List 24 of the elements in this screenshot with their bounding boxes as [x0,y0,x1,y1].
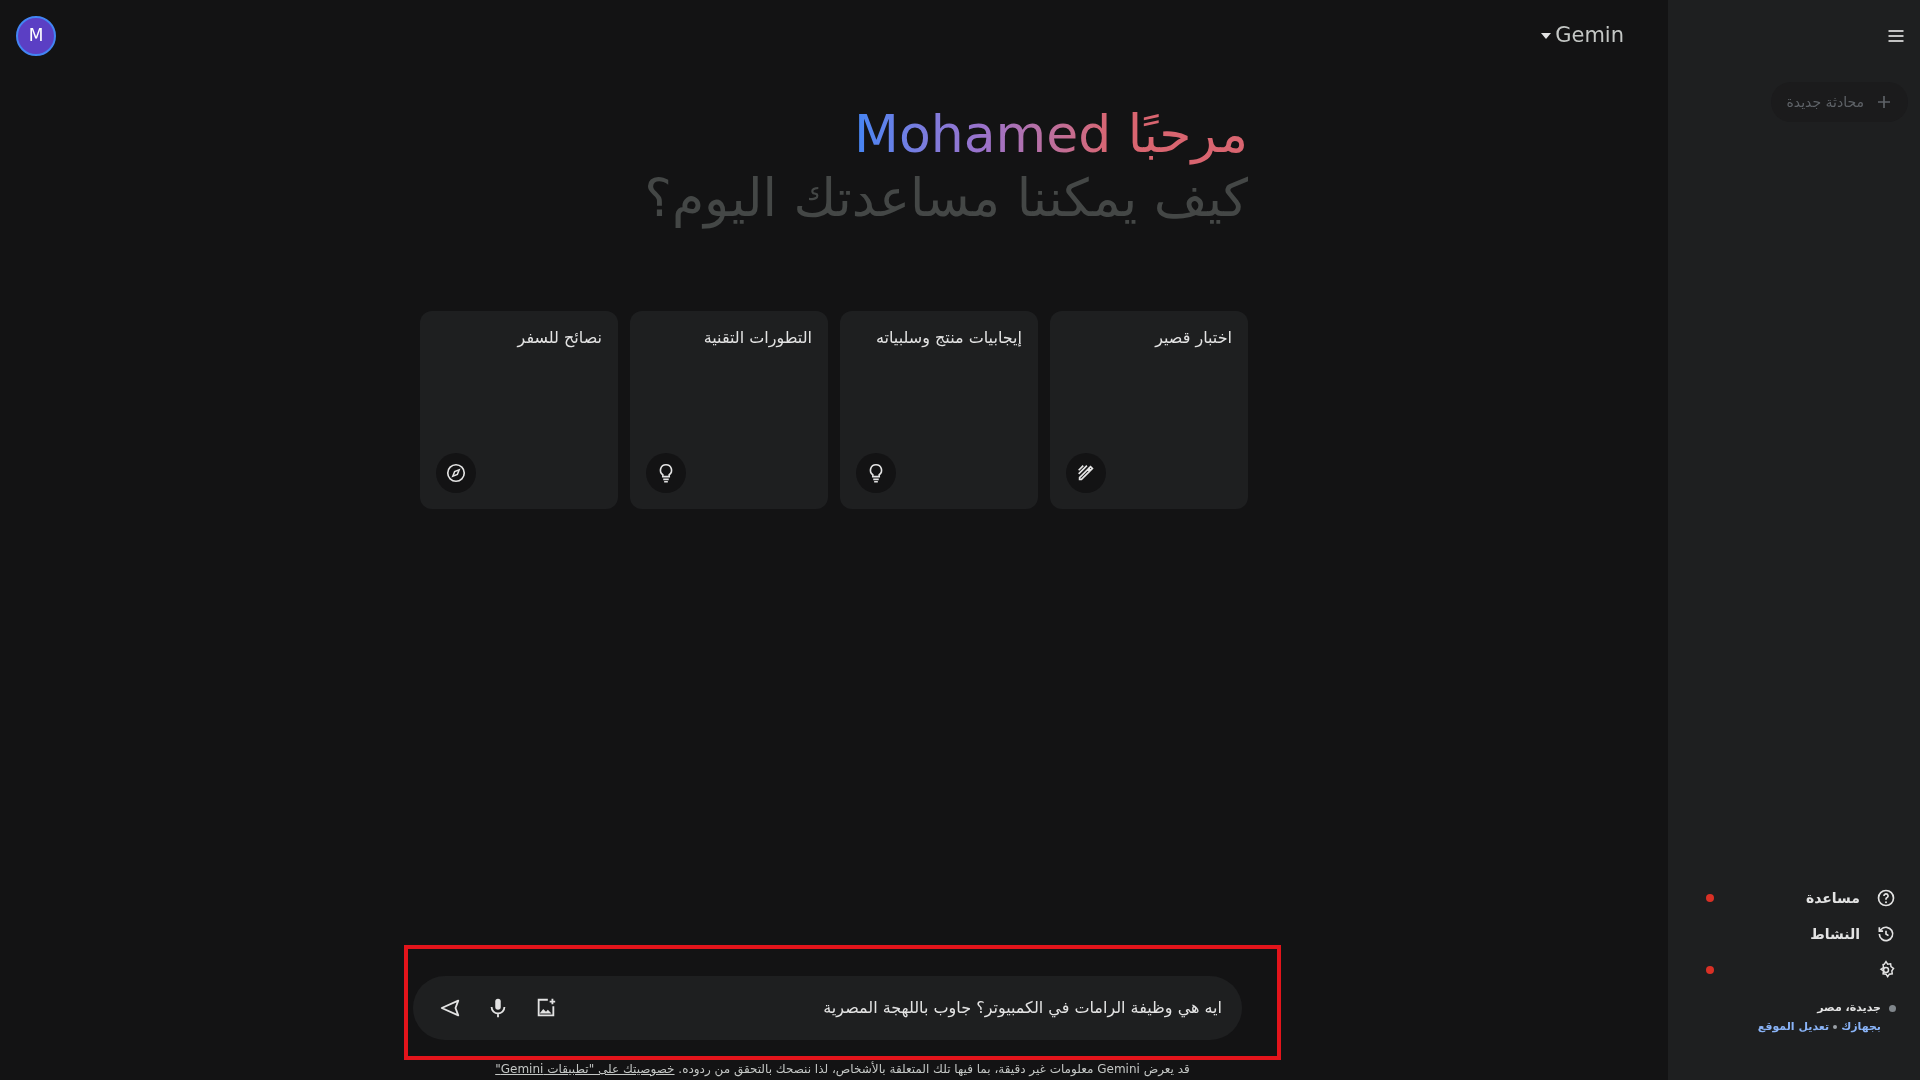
suggestion-card[interactable]: إيجابيات منتج وسلبياته [840,311,1038,509]
privacy-link[interactable]: خصوصيتك على "تطبيقات Gemini" [495,1062,675,1076]
help-icon [1876,888,1896,908]
plus-icon [1876,94,1892,110]
card-title: نصائح للسفر [517,327,602,349]
compass-icon [445,462,467,484]
sidebar-item[interactable]: مساعدة [1680,880,1908,916]
avatar[interactable]: M [16,16,56,56]
prompt-field[interactable]: ايه هي وظيفة الرامات في الكمبيوتر؟ جاوب باللهجة المصرية [413,976,1242,1040]
suggestion-card[interactable]: اختبار قصير [1050,311,1248,509]
sidebar-item[interactable]: النشاط [1680,916,1908,952]
location-link[interactable]: تعديل الموقع [1757,1018,1830,1035]
disclaimer-text: قد يعرض Gemini معلومات غير دقيقة، بما فيها تلك المتعلقة بالأشخاص، لذا ننصحك بالتحقق من ردوده. خصوصيتك على "تطبيقات Gemini" [495,1060,1190,1079]
suggestion-card[interactable]: التطورات التقنية [630,311,828,509]
model-menu[interactable]: Gemin [1541,20,1652,52]
suggestion-card[interactable]: نصائح للسفر [420,311,618,509]
caret-icon [1541,33,1552,39]
card-title: التطورات التقنية [703,327,812,349]
location-text: جديدة، مصر [1817,1000,1881,1016]
history-icon [1876,924,1896,944]
card-title: إيجابيات منتج وسلبياته [875,327,1022,349]
location-link[interactable]: بجهازك [1841,1018,1881,1035]
prompt-text: ايه هي وظيفة الرامات في الكمبيوتر؟ جاوب باللهجة المصرية [822,997,1222,1020]
card-title: اختبار قصير [1155,327,1232,349]
